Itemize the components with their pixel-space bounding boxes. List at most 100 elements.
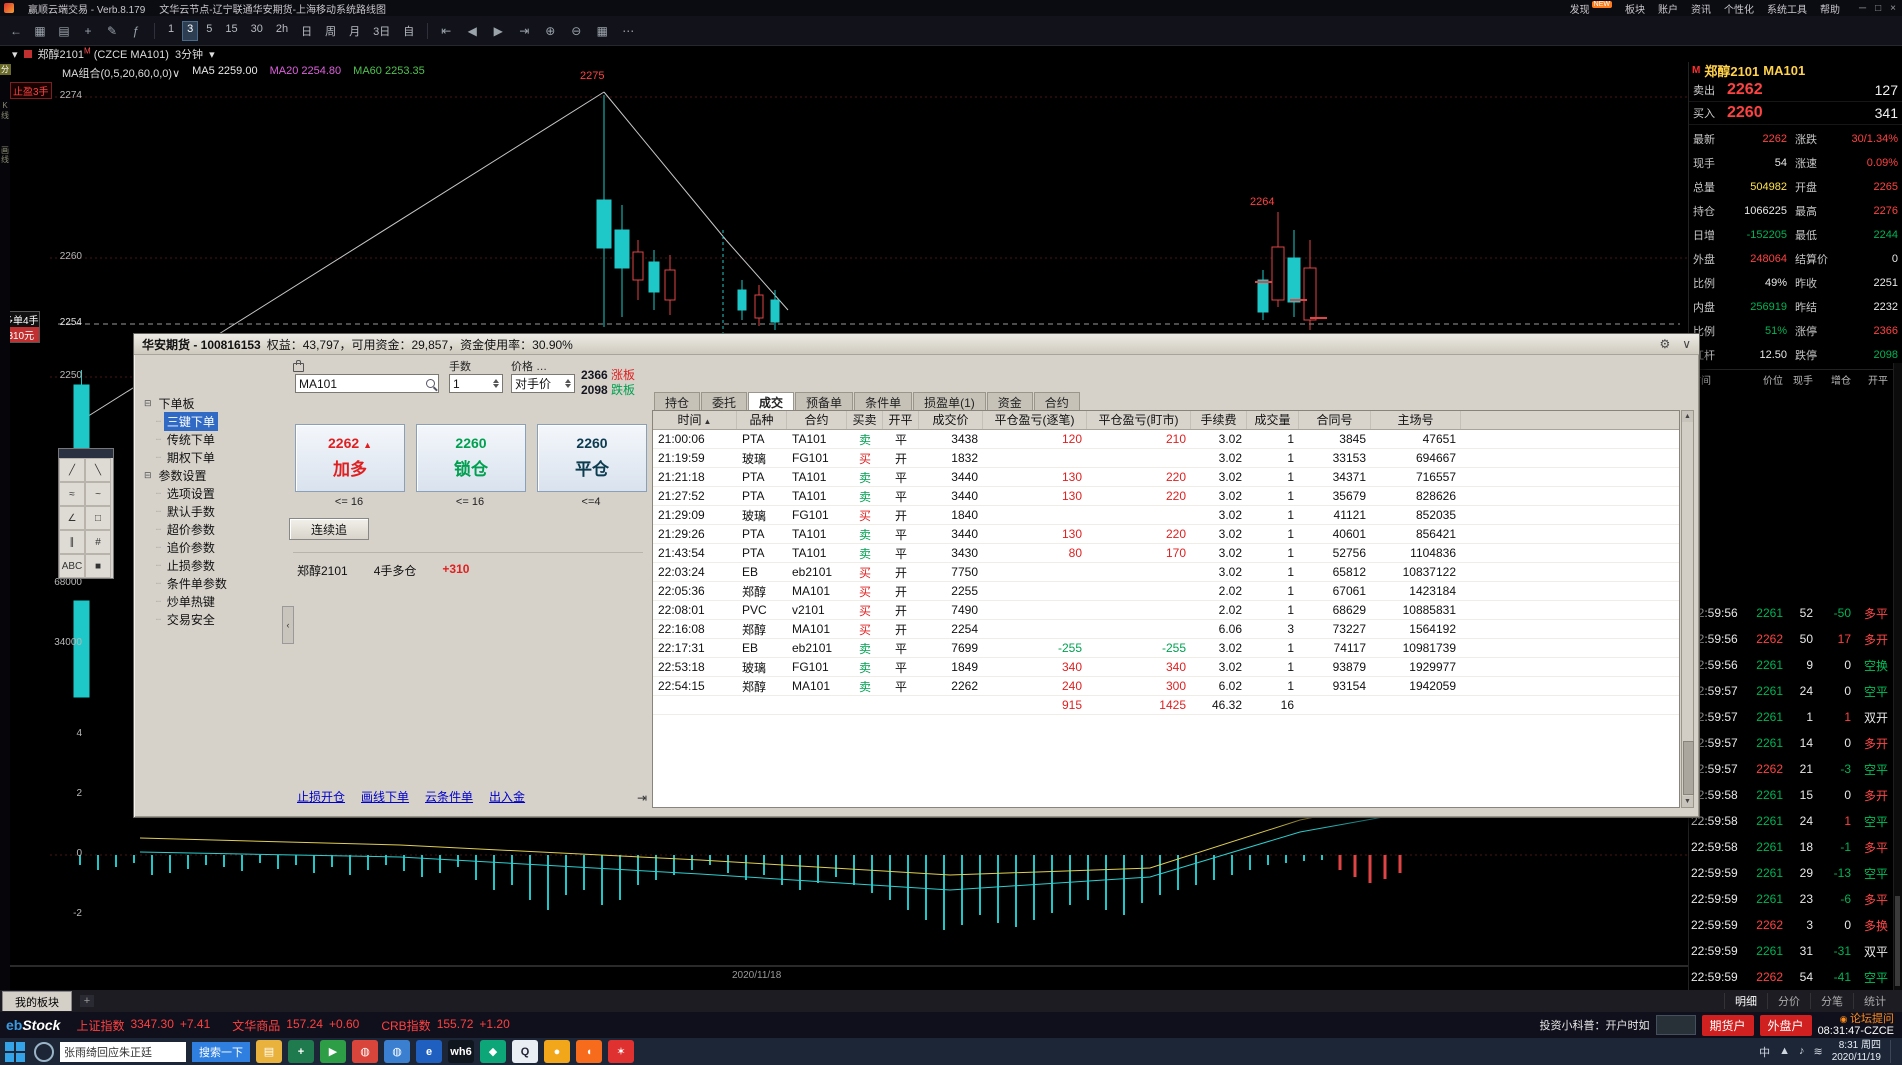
panel-collapse-handle[interactable]: ‹ [282, 606, 294, 644]
tick-view-tab[interactable]: 分笔 [1810, 993, 1853, 1009]
ie-icon[interactable]: e [416, 1040, 442, 1063]
start-button[interactable] [2, 1041, 28, 1063]
position-summary-row[interactable]: 郑醇2101 4手多仓 +310 [297, 562, 469, 579]
blotter-tab[interactable]: 委托 [701, 392, 747, 411]
ma-combo-label[interactable]: MA组合(0,5,20,60,0,0)∨ [62, 65, 180, 81]
my-board-tab[interactable]: 我的板块 [2, 991, 72, 1011]
chart-tab-caret-icon[interactable]: ▾ [12, 48, 18, 61]
scroll-down-icon[interactable]: ▼ [1682, 796, 1693, 807]
next-bar-icon[interactable]: ▶ [488, 24, 508, 38]
expand-arrow-icon[interactable]: ⇥ [637, 791, 647, 805]
tip-thumbnail[interactable] [1656, 1015, 1696, 1035]
rect-tool-icon[interactable]: □ [85, 506, 111, 530]
titlebar-right-menu[interactable]: 账户 [1658, 1, 1678, 16]
close-position-button[interactable]: 2260 平仓 [537, 424, 647, 492]
wenhua-wh6-icon[interactable]: wh6 [448, 1040, 474, 1063]
period-button[interactable]: 2h [271, 21, 293, 41]
futures-account-button[interactable]: 期货户 [1702, 1015, 1754, 1036]
tree-node[interactable]: 交易安全 [144, 610, 284, 628]
index-quote[interactable]: CRB指数155.72+1.20 [381, 1017, 509, 1034]
fill-row[interactable]: 22:08:01 PVC v2101 买 开 7490 2.02 1 68629… [653, 601, 1679, 620]
parallel-tool-icon[interactable]: ∥ [59, 530, 85, 554]
add-board-button[interactable]: + [80, 995, 94, 1007]
order-link[interactable]: 出入金 [489, 788, 525, 805]
back-icon[interactable]: ← [6, 24, 26, 38]
video-player-icon[interactable]: ▶ [320, 1040, 346, 1063]
chart-period-label[interactable]: 3分钟 [175, 46, 203, 62]
red-app-icon[interactable]: ✶ [608, 1040, 634, 1063]
blotter-tab[interactable]: 持仓 [654, 392, 700, 411]
tree-node[interactable]: 传统下单 [144, 430, 284, 448]
fill-row[interactable]: 21:43:54 PTA TA101 卖 平 3430 80 170 3.02 … [653, 544, 1679, 563]
grid-tool-icon[interactable]: # [85, 530, 111, 554]
left-vertical-tab[interactable]: 分 [0, 64, 11, 75]
period-button[interactable]: 3日 [368, 21, 395, 41]
blotter-tab[interactable]: 成交 [748, 392, 794, 411]
lock-position-button[interactable]: 2260 锁仓 [416, 424, 526, 492]
fill-row[interactable]: 21:19:59 玻璃 FG101 买 开 1832 3.02 1 33153 … [653, 449, 1679, 468]
table-scrollbar[interactable]: ▲ ▼ [1681, 410, 1694, 808]
tree-node[interactable]: 超价参数 [144, 520, 284, 538]
chat-app-icon[interactable]: ◖ [576, 1040, 602, 1063]
network-icon[interactable]: ≋ [1813, 1045, 1822, 1058]
indicator-icon[interactable]: ƒ [126, 24, 146, 38]
fill-row[interactable]: 21:27:52 PTA TA101 卖 平 3440 130 220 3.02… [653, 487, 1679, 506]
zoom-in-icon[interactable]: ⊕ [540, 24, 560, 38]
titlebar-menu[interactable]: 文华云节点-辽宁联通 [159, 5, 252, 16]
period-button[interactable]: 日 [296, 21, 317, 41]
symbol-input[interactable]: MA101 [295, 374, 439, 393]
more-icon[interactable]: ⋯ [618, 24, 638, 38]
scroll-thumb[interactable] [1683, 741, 1694, 795]
blotter-tab[interactable]: 合约 [1034, 392, 1080, 411]
period-button[interactable]: 5 [201, 21, 217, 41]
search-go-button[interactable]: 搜索一下 [192, 1042, 250, 1062]
quantity-spinner-icon[interactable] [493, 379, 499, 388]
dialog-collapse-icon[interactable]: ∨ [1682, 337, 1691, 351]
tick-view-tab[interactable]: 明细 [1724, 993, 1767, 1009]
close-button[interactable]: × [1890, 3, 1896, 14]
titlebar-right-menu[interactable]: 资讯 [1691, 1, 1711, 16]
titlebar-right-menu[interactable]: 个性化 [1724, 1, 1754, 16]
left-vertical-tab[interactable]: K线 [0, 101, 11, 120]
period-button[interactable]: 30 [246, 21, 268, 41]
folder-icon[interactable]: ▤ [256, 1040, 282, 1063]
wave-tool-icon[interactable]: ≈ [59, 482, 85, 506]
tree-node[interactable]: 下单板 [144, 394, 284, 412]
tree-node[interactable]: 默认手数 [144, 502, 284, 520]
taskbar-clock[interactable]: 8:31 周四 2020/11/19 [1832, 1040, 1881, 1064]
titlebar-right-menu[interactable]: 板块 [1625, 1, 1645, 16]
tree-node[interactable]: 止损参数 [144, 556, 284, 574]
crosshair-icon[interactable]: + [78, 24, 98, 38]
hidden-icons-icon[interactable]: ▲ [1779, 1045, 1790, 1058]
page-first-icon[interactable]: ⇤ [436, 24, 456, 38]
globe-app-icon[interactable]: ◍ [384, 1040, 410, 1063]
fill-row[interactable]: 22:05:36 郑醇 MA101 买 开 2255 2.02 1 67061 … [653, 582, 1679, 601]
period-button[interactable]: 周 [320, 21, 341, 41]
period-button[interactable]: 自 [398, 21, 419, 41]
fill-row[interactable]: 22:16:08 郑醇 MA101 买 开 2254 6.06 3 73227 … [653, 620, 1679, 639]
forum-question-link[interactable]: 论坛提问 [1840, 1013, 1894, 1025]
grid-view-icon[interactable]: ▦ [592, 24, 612, 38]
dialog-settings-icon[interactable]: ⚙ [1659, 337, 1670, 351]
blotter-tab[interactable]: 预备单 [795, 392, 853, 411]
qq-icon[interactable]: Q [512, 1040, 538, 1063]
tree-node[interactable]: 追价参数 [144, 538, 284, 556]
foreign-account-button[interactable]: 外盘户 [1760, 1015, 1812, 1036]
text-tool-icon[interactable]: ABC [59, 554, 85, 578]
tree-node[interactable]: 选项设置 [144, 484, 284, 502]
tree-node[interactable]: 三键下单 [144, 412, 284, 430]
search-icon[interactable] [426, 379, 435, 388]
titlebar-right-menu[interactable]: 发现NEW [1570, 1, 1612, 16]
tip-text[interactable]: 投资小科普：开户时如 [1540, 1017, 1650, 1033]
fill-row[interactable]: 21:00:06 PTA TA101 卖 平 3438 120 210 3.02… [653, 430, 1679, 449]
titlebar-menu[interactable]: 系统路线图 [336, 5, 386, 16]
fill-row[interactable]: 22:03:24 EB eb2101 买 开 7750 3.02 1 65812… [653, 563, 1679, 582]
index-quote[interactable]: 文华商品157.24+0.60 [232, 1017, 359, 1034]
left-vertical-tab[interactable]: 画线 [0, 146, 11, 164]
titlebar-menu[interactable]: 华安期货-上海移动 [253, 5, 336, 16]
dialog-titlebar[interactable]: 华安期货 - 100816153 权益：43,797，可用资金：29,857，资… [134, 334, 1699, 355]
maximize-button[interactable]: □ [1875, 3, 1881, 14]
period-button[interactable]: 月 [344, 21, 365, 41]
curve-tool-icon[interactable]: ~ [85, 482, 111, 506]
fill-row[interactable]: 21:21:18 PTA TA101 卖 平 3440 130 220 3.02… [653, 468, 1679, 487]
